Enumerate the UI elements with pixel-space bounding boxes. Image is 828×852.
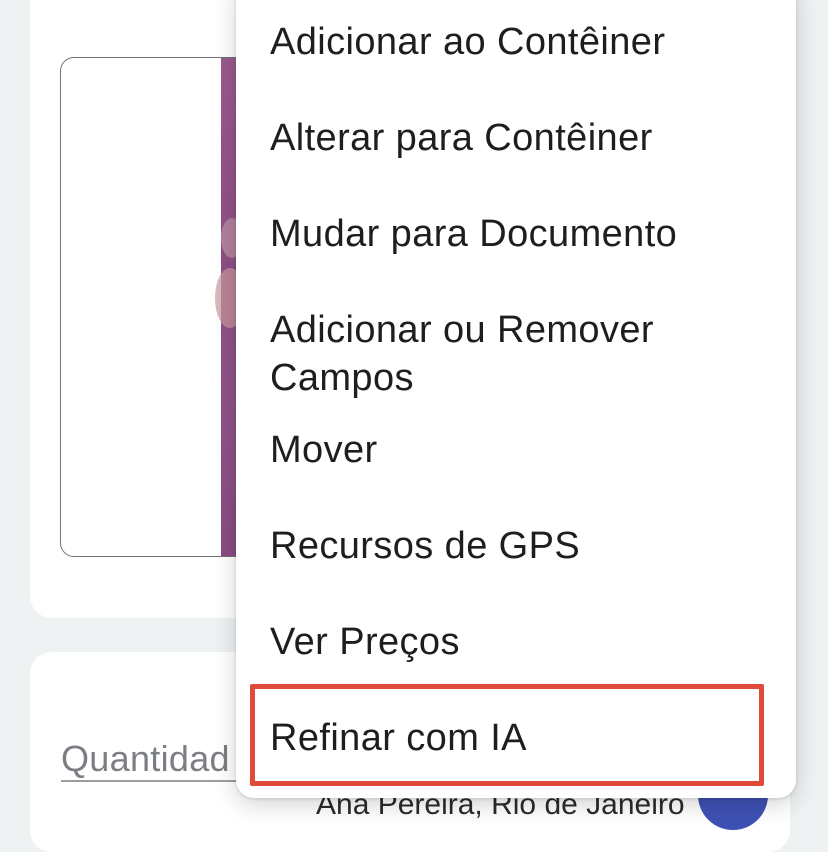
quantity-field-underline [61,780,251,782]
context-menu: Adicionar ao Contêiner Alterar para Cont… [236,0,796,798]
menu-item-refine-with-ai[interactable]: Refinar com IA [270,714,770,762]
menu-item-move[interactable]: Mover [270,426,770,474]
menu-item-add-remove-fields[interactable]: Adicionar ou Remover Campos [270,306,770,402]
menu-item-add-to-container[interactable]: Adicionar ao Contêiner [270,18,770,66]
menu-item-gps-features[interactable]: Recursos de GPS [270,522,770,570]
menu-item-view-prices[interactable]: Ver Preços [270,618,770,666]
menu-item-change-to-container[interactable]: Alterar para Contêiner [270,114,770,162]
menu-item-change-to-document[interactable]: Mudar para Documento [270,210,770,258]
quantity-field-label[interactable]: Quantidad [61,738,230,780]
